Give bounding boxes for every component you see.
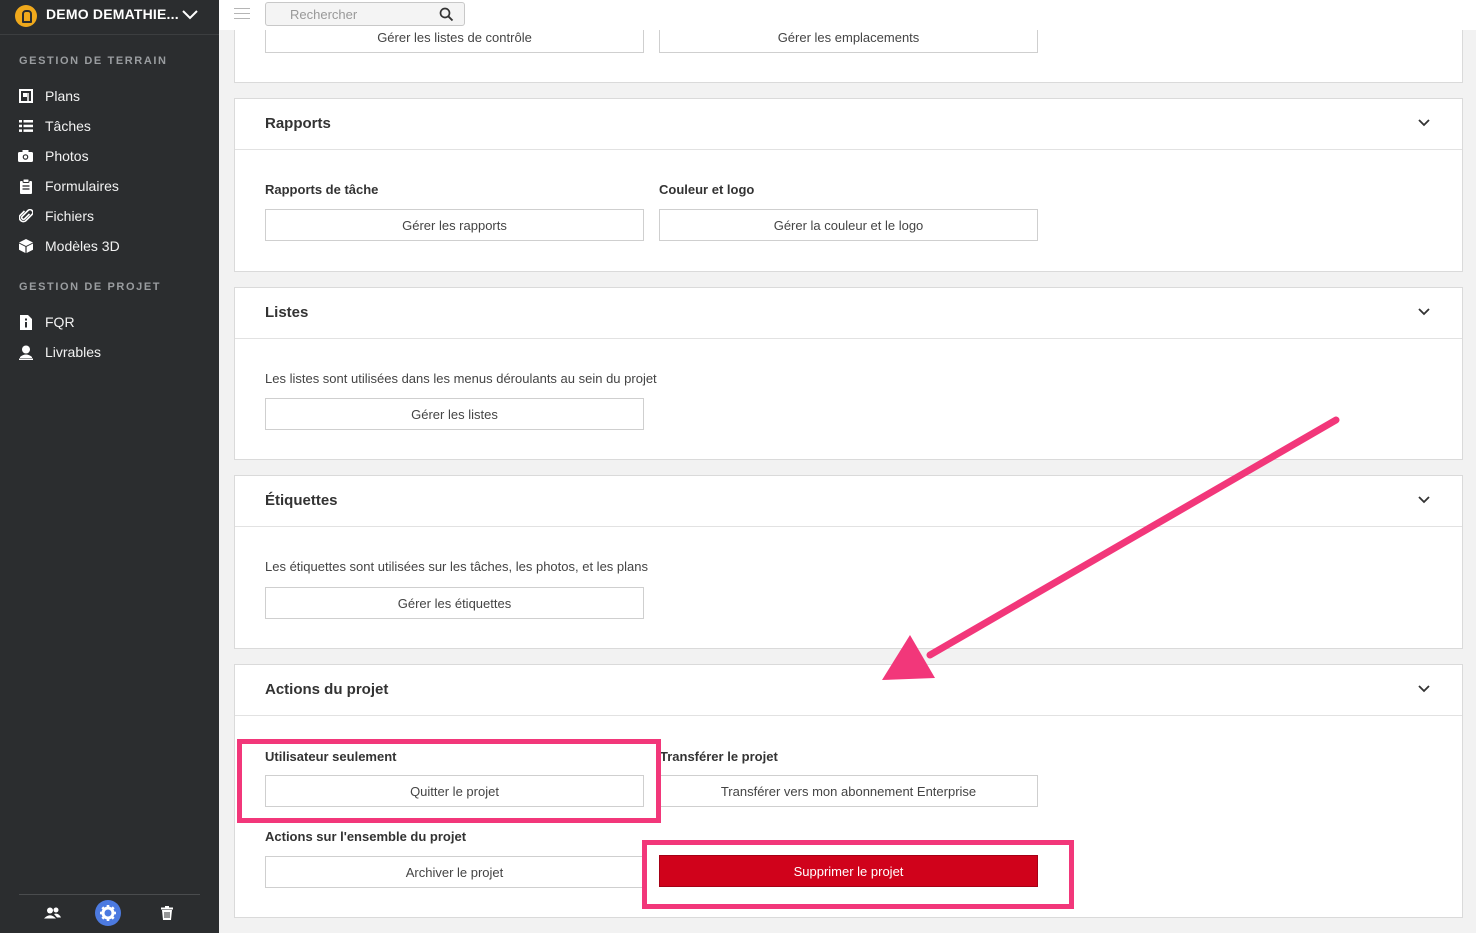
hamburger-icon	[234, 8, 250, 9]
gear-icon	[100, 905, 116, 921]
manage-reports-button[interactable]: Gérer les rapports	[265, 209, 644, 241]
delete-project-button[interactable]: Supprimer le projet	[659, 855, 1038, 887]
chevron-down-icon[interactable]	[1418, 495, 1430, 505]
card-rapports: Rapports Rapports de tâche Gérer les rap…	[234, 98, 1463, 272]
sidebar-item-label: Livrables	[45, 344, 102, 360]
sidebar-item-fichiers[interactable]: Fichiers	[18, 206, 94, 226]
card-title: Étiquettes	[265, 492, 338, 509]
card-description: Les étiquettes sont utilisées sur les tâ…	[265, 559, 648, 574]
archive-project-button[interactable]: Archiver le projet	[265, 856, 644, 888]
sidebar-footer-divider	[19, 894, 200, 895]
section-label-terrain: GESTION DE TERRAIN	[19, 55, 168, 67]
user-icon	[18, 345, 33, 360]
sidebar-item-plans[interactable]: Plans	[18, 86, 80, 106]
search-input[interactable]	[266, 3, 455, 25]
card-header[interactable]: Étiquettes	[235, 476, 1462, 527]
sidebar-item-label: Formulaires	[45, 178, 119, 194]
sidebar-item-livrables[interactable]: Livrables	[18, 342, 101, 362]
sidebar-item-fqr[interactable]: FQR	[18, 312, 75, 332]
sidebar-item-photos[interactable]: Photos	[18, 146, 89, 166]
sidebar-item-label: FQR	[45, 314, 75, 330]
field-label: Actions sur l'ensemble du projet	[265, 829, 467, 844]
list-icon	[18, 119, 33, 134]
transfer-enterprise-button[interactable]: Transférer vers mon abonnement Enterpris…	[659, 775, 1038, 807]
search-box	[265, 2, 465, 26]
card-header[interactable]: Actions du projet	[235, 665, 1462, 716]
manage-color-logo-button[interactable]: Gérer la couleur et le logo	[659, 209, 1038, 241]
settings-button[interactable]	[95, 900, 121, 926]
sidebar-item-modeles-3d[interactable]: Modèles 3D	[18, 236, 120, 256]
card-title: Rapports	[265, 115, 331, 132]
trash-button[interactable]	[154, 900, 180, 926]
chevron-down-icon[interactable]	[1418, 684, 1430, 694]
sidebar-item-taches[interactable]: Tâches	[18, 116, 91, 136]
section-label-projet: GESTION DE PROJET	[19, 281, 162, 293]
field-label: Rapports de tâche	[265, 182, 379, 197]
camera-icon	[18, 149, 33, 164]
manage-lists-button[interactable]: Gérer les listes	[265, 398, 644, 430]
hamburger-icon-line	[234, 13, 250, 14]
card-header[interactable]: Rapports	[235, 99, 1462, 150]
clipboard-icon	[18, 178, 33, 194]
field-label: Couleur et logo	[659, 182, 755, 197]
card-etiquettes: Étiquettes Les étiquettes sont utilisées…	[234, 475, 1463, 649]
sidebar-item-formulaires[interactable]: Formulaires	[18, 176, 119, 196]
search-icon[interactable]	[439, 7, 454, 22]
sidebar-item-label: Fichiers	[45, 208, 95, 224]
project-name: DEMO DEMATHIE...	[46, 6, 179, 22]
cube-icon	[18, 239, 33, 254]
chevron-down-icon[interactable]	[182, 8, 198, 22]
quit-project-button[interactable]: Quitter le projet	[265, 775, 644, 807]
document-info-icon	[18, 314, 33, 330]
sidebar-item-label: Plans	[45, 88, 81, 104]
sidebar-item-label: Photos	[45, 148, 89, 164]
project-logo-icon	[15, 5, 37, 27]
users-button[interactable]	[39, 900, 65, 926]
project-selector[interactable]: DEMO DEMATHIE...	[0, 0, 219, 35]
field-label: Transférer le projet	[660, 749, 778, 764]
sidebar-item-label: Modèles 3D	[45, 238, 120, 254]
field-label: Utilisateur seulement	[265, 749, 397, 764]
hamburger-icon-line	[234, 18, 250, 19]
manage-tags-button[interactable]: Gérer les étiquettes	[265, 587, 644, 619]
chevron-down-icon[interactable]	[1418, 307, 1430, 317]
plans-icon	[18, 89, 33, 104]
users-icon	[43, 907, 61, 919]
card-title: Actions du projet	[265, 681, 389, 698]
paperclip-icon	[18, 209, 33, 224]
card-actions-projet: Actions du projet Utilisateur seulement …	[234, 664, 1463, 918]
card-description: Les listes sont utilisées dans les menus…	[265, 371, 657, 386]
chevron-down-icon[interactable]	[1418, 118, 1430, 128]
card-header[interactable]: Listes	[235, 288, 1462, 339]
trash-icon	[161, 906, 173, 920]
sidebar: DEMO DEMATHIE... GESTION DE TERRAIN Plan…	[0, 0, 219, 933]
card-listes: Listes Les listes sont utilisées dans le…	[234, 287, 1463, 460]
card-title: Listes	[265, 304, 309, 321]
sidebar-item-label: Tâches	[45, 118, 91, 134]
menu-toggle[interactable]	[234, 8, 250, 20]
